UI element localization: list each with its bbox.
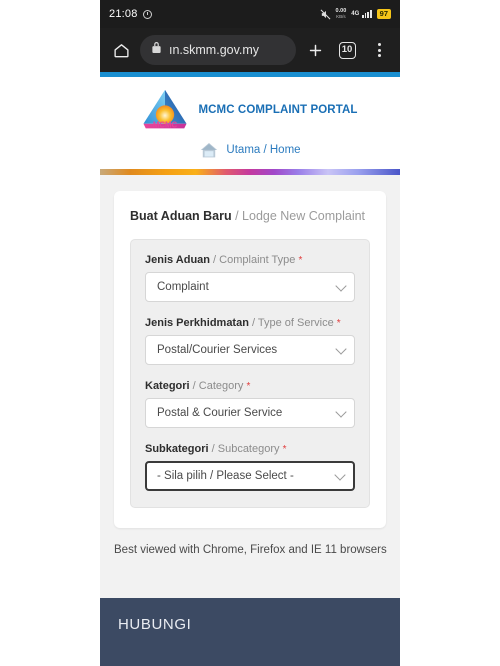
type-of-service-select[interactable]: Postal/Courier Services — [145, 335, 355, 365]
complaint-type-select[interactable]: Complaint — [145, 272, 355, 302]
tab-counter-button[interactable]: 10 — [334, 37, 360, 63]
complaint-type-label: Jenis Aduan / Complaint Type * — [145, 254, 355, 266]
alarm-icon — [142, 9, 152, 19]
page-title: MCMC COMPLAINT PORTAL — [198, 104, 358, 116]
site-footer: HUBUNGI — [100, 597, 400, 666]
field-type-of-service: Jenis Perkhidmatan / Type of Service * P… — [145, 317, 355, 365]
home-icon[interactable] — [108, 37, 134, 63]
battery-indicator: 97 — [376, 9, 391, 19]
plus-icon[interactable] — [302, 37, 328, 63]
mute-icon — [320, 9, 331, 20]
tab-count-label: 10 — [338, 41, 356, 59]
category-label: Kategori / Category * — [145, 380, 355, 392]
network-type: 4G — [351, 11, 360, 17]
subcategory-label-rest: / Subcategory — [208, 443, 280, 455]
category-label-rest: / Category — [189, 380, 244, 392]
site-header: MCMC MCMC COMPLAINT PORTAL — [100, 77, 400, 138]
type-of-service-label-rest: / Type of Service — [248, 317, 334, 329]
required-asterisk: * — [298, 255, 303, 266]
data-rate-unit: KB/s — [336, 13, 346, 19]
chevron-down-icon — [335, 343, 347, 355]
category-value: Postal & Courier Service — [157, 407, 283, 419]
form-heading: Buat Aduan Baru / Lodge New Complaint — [130, 209, 370, 223]
required-asterisk: * — [282, 444, 287, 455]
lock-icon — [151, 41, 162, 59]
type-of-service-label: Jenis Perkhidmatan / Type of Service * — [145, 317, 355, 329]
required-asterisk: * — [336, 318, 341, 329]
chevron-down-icon — [334, 469, 346, 481]
complaint-type-label-bold: Jenis Aduan — [145, 254, 210, 266]
type-of-service-label-bold: Jenis Perkhidmatan — [145, 317, 249, 329]
screenshot-root: 21:08 0.00 KB/s 4G 97 ın.skmm.gov.my 10 … — [0, 0, 500, 666]
status-time: 21:08 — [109, 8, 138, 20]
complaint-type-label-rest: / Complaint Type — [210, 254, 296, 266]
breadcrumb-label: Utama / Home — [226, 144, 301, 156]
form-heading-rest: / Lodge New Complaint — [231, 209, 366, 223]
status-bar: 21:08 0.00 KB/s 4G 97 — [100, 0, 400, 28]
complaint-type-value: Complaint — [157, 281, 209, 293]
subcategory-label: Subkategori / Subcategory * — [145, 443, 355, 455]
status-icons: 0.00 KB/s 4G 97 — [320, 8, 391, 20]
subcategory-label-bold: Subkategori — [145, 443, 209, 455]
footer-heading: HUBUNGI — [118, 615, 192, 633]
mcmc-logo-icon: MCMC — [142, 88, 188, 132]
best-viewed-note: Best viewed with Chrome, Firefox and IE … — [114, 544, 387, 556]
browser-toolbar: ın.skmm.gov.my 10 — [100, 28, 400, 72]
chevron-down-icon — [335, 406, 347, 418]
house-icon — [199, 141, 219, 159]
url-text: ın.skmm.gov.my — [169, 43, 260, 57]
content-area: Buat Aduan Baru / Lodge New Complaint Je… — [100, 175, 400, 598]
category-select[interactable]: Postal & Courier Service — [145, 398, 355, 428]
signal-bars-icon — [362, 10, 372, 18]
subcategory-select[interactable]: - Sila pilih / Please Select - — [145, 461, 355, 491]
data-rate-indicator: 0.00 KB/s — [336, 8, 347, 19]
type-of-service-value: Postal/Courier Services — [157, 344, 278, 356]
signal-icon: 4G — [351, 10, 372, 18]
required-asterisk: * — [246, 381, 251, 392]
web-page: MCMC MCMC COMPLAINT PORTAL Utama / Home … — [100, 72, 400, 666]
form-heading-bold: Buat Aduan Baru — [130, 209, 232, 223]
subcategory-value: - Sila pilih / Please Select - — [157, 470, 294, 482]
complaint-form-card: Buat Aduan Baru / Lodge New Complaint Je… — [114, 191, 386, 528]
category-label-bold: Kategori — [145, 380, 190, 392]
chevron-down-icon — [335, 280, 347, 292]
url-bar[interactable]: ın.skmm.gov.my — [140, 35, 296, 65]
field-category: Kategori / Category * Postal & Courier S… — [145, 380, 355, 428]
phone-viewport: 21:08 0.00 KB/s 4G 97 ın.skmm.gov.my 10 … — [100, 0, 400, 666]
form-fieldset: Jenis Aduan / Complaint Type * Complaint… — [130, 239, 370, 508]
kebab-menu-icon[interactable] — [366, 37, 392, 63]
svg-text:MCMC: MCMC — [153, 120, 178, 129]
field-subcategory: Subkategori / Subcategory * - Sila pilih… — [145, 443, 355, 491]
field-complaint-type: Jenis Aduan / Complaint Type * Complaint — [145, 254, 355, 302]
breadcrumb[interactable]: Utama / Home — [100, 138, 400, 169]
